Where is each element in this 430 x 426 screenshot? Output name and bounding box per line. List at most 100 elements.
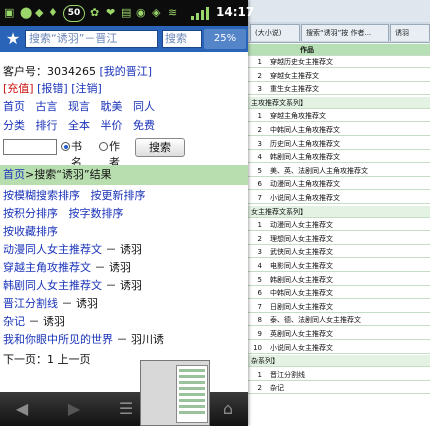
- background-table-row: 2 中韩同人主角攻推荐文: [248, 124, 430, 136]
- window-thumbnail[interactable]: [140, 360, 210, 426]
- background-table-row: 6 动漫同人主角攻推荐文: [248, 178, 430, 191]
- row-text: 英剧同人女主推荐文: [270, 330, 333, 338]
- radio-author[interactable]: [99, 142, 108, 151]
- pager: 下一页：1 上一页: [3, 353, 91, 366]
- nav-home[interactable]: 首页: [3, 100, 25, 113]
- row-number: 10: [253, 343, 262, 352]
- nav-fanfic[interactable]: 同人: [133, 100, 155, 113]
- background-table-row: 8 泰、德、法剧同人女主推荐文: [248, 314, 430, 327]
- forward-icon[interactable]: ▶: [62, 398, 86, 420]
- row-number: 3: [257, 139, 262, 148]
- row-text: 动漫同人女主推荐文: [270, 221, 333, 230]
- result-title-link[interactable]: 动漫同人女主推荐文: [3, 243, 102, 256]
- sort-words-link[interactable]: 按字数排序: [69, 207, 124, 220]
- sort-points-link[interactable]: 按积分排序: [3, 207, 58, 220]
- nav-danmei[interactable]: 耽美: [101, 100, 123, 113]
- result-title: >搜索“诱羽”结果: [25, 168, 112, 181]
- row-text: 泰、德、法剧同人女主推荐文: [270, 316, 361, 325]
- page-content: 客户号：3034265 [我的晋江] [充值] [报错] [注销] 首页 古言 …: [0, 52, 248, 392]
- search-field[interactable]: 搜索: [162, 30, 202, 48]
- row-number: 3: [257, 248, 262, 257]
- star-icon[interactable]: ★: [4, 29, 22, 49]
- row-number: 5: [257, 166, 262, 175]
- background-table-row: 3 历史同人主角攻推荐文: [248, 138, 430, 150]
- nav-free[interactable]: 免费: [133, 119, 155, 132]
- status-time: 14:17: [216, 5, 255, 19]
- result-item: 动漫同人女主推荐文 － 诱羽: [3, 242, 142, 258]
- background-table-row: 1 穿越历史女主推荐文: [248, 56, 430, 68]
- row-number: 7: [257, 194, 262, 202]
- nav-half-price[interactable]: 半价: [101, 119, 123, 132]
- recharge-link[interactable]: [充值]: [3, 82, 34, 95]
- result-item: 穿越主角攻推荐文 － 诱羽: [3, 260, 131, 276]
- sort-fuzzy-link[interactable]: 按模糊搜索排序: [3, 189, 80, 202]
- background-tab-1[interactable]: (大小说): [250, 24, 300, 41]
- result-title-link[interactable]: 杂记: [3, 315, 25, 328]
- background-tab-3[interactable]: 诱羽: [390, 24, 430, 41]
- notification-icon: ◈: [152, 6, 161, 19]
- search-input[interactable]: [3, 139, 57, 155]
- background-table-row: 2 杂记: [248, 382, 430, 395]
- result-title-link[interactable]: 晋江分割线: [3, 297, 58, 310]
- row-number: 2: [257, 126, 262, 134]
- background-table-row: 3 重生女主推荐文: [248, 83, 430, 96]
- row-text: 穿越历史女主推荐文: [270, 58, 333, 66]
- nav-modern[interactable]: 现言: [68, 100, 90, 113]
- row-number: 6: [257, 289, 262, 298]
- background-table-row: 4 电影同人女主推荐文: [248, 260, 430, 272]
- nav-complete[interactable]: 全本: [68, 119, 90, 132]
- home-icon[interactable]: ⌂: [216, 398, 240, 420]
- nav-ancient[interactable]: 古言: [36, 100, 58, 113]
- row-text: 中韩同人主角攻推荐文: [270, 126, 340, 134]
- background-category-row: 杂系列】: [248, 355, 430, 368]
- row-number: 1: [257, 370, 262, 379]
- row-text: 女主推荐文系列】: [251, 207, 307, 216]
- row-number: 7: [257, 302, 262, 311]
- background-table-row: 6 中韩同人女主推荐文: [248, 287, 430, 300]
- row-text: 中韩同人女主推荐文: [270, 289, 333, 298]
- notification-icon: ◉: [136, 6, 146, 19]
- row-number: 4: [257, 153, 262, 162]
- report-error-link[interactable]: [报错]: [37, 82, 68, 95]
- result-header: 首页>搜索“诱羽”结果: [0, 165, 248, 185]
- row-text: 韩剧同人主角攻推荐文: [270, 153, 340, 162]
- search-button[interactable]: 搜索: [135, 138, 185, 157]
- row-number: 8: [257, 316, 262, 325]
- sort-update-link[interactable]: 按更新排序: [91, 189, 146, 202]
- result-author: － 诱羽: [102, 243, 142, 256]
- row-number: 6: [257, 180, 262, 189]
- result-item: 我和你眼中所见的世界 － 羽川诱: [3, 332, 164, 348]
- back-icon[interactable]: ◀: [10, 398, 34, 420]
- url-field[interactable]: 搜索“诱羽”－晋江: [25, 30, 158, 48]
- nav-category[interactable]: 分类: [3, 119, 25, 132]
- result-author: － 诱羽: [102, 279, 142, 292]
- radio-title[interactable]: [61, 142, 70, 151]
- customer-line: 客户号：3034265 [我的晋江]: [3, 64, 152, 80]
- row-number: 2: [257, 71, 262, 80]
- my-jinjiang-link[interactable]: [我的晋江]: [100, 65, 153, 78]
- result-title-link[interactable]: 穿越主角攻推荐文: [3, 261, 91, 274]
- signal-icon: [191, 7, 209, 20]
- battery-icon: 50: [63, 5, 85, 22]
- logout-link[interactable]: [注销]: [71, 82, 102, 95]
- result-title-link[interactable]: 我和你眼中所见的世界: [3, 333, 113, 346]
- row-text: 理想同人女主推荐文: [270, 234, 333, 243]
- row-text: 晋江分割线: [270, 370, 305, 379]
- sort-favorites-link[interactable]: 按收藏排序: [3, 225, 58, 238]
- result-title-link[interactable]: 韩剧同人女主推荐文: [3, 279, 102, 292]
- tab-count-button[interactable]: 25%: [204, 29, 246, 49]
- nav-ranking[interactable]: 排行: [36, 119, 58, 132]
- nav-row-1: 首页 古言 现言 耽美 同人: [3, 99, 155, 115]
- result-home-link[interactable]: 首页: [3, 168, 25, 181]
- wifi-icon: ≋: [168, 6, 178, 19]
- result-author: － 羽川诱: [113, 333, 164, 346]
- notification-icon: ♦: [48, 6, 58, 19]
- background-tab-2[interactable]: 搜索“诱羽”按 作者...: [301, 24, 389, 41]
- row-text: 动漫同人主角攻推荐文: [270, 180, 340, 189]
- row-text: 日剧同人女主推荐文: [270, 302, 333, 311]
- account-links: [充值] [报错] [注销]: [3, 81, 102, 97]
- thumbnail-preview: [176, 365, 208, 423]
- row-text: 小说同人女主推荐文: [270, 343, 333, 352]
- menu-icon[interactable]: ☰: [114, 398, 138, 420]
- background-table-row: 3 武侠同人女主推荐文: [248, 246, 430, 259]
